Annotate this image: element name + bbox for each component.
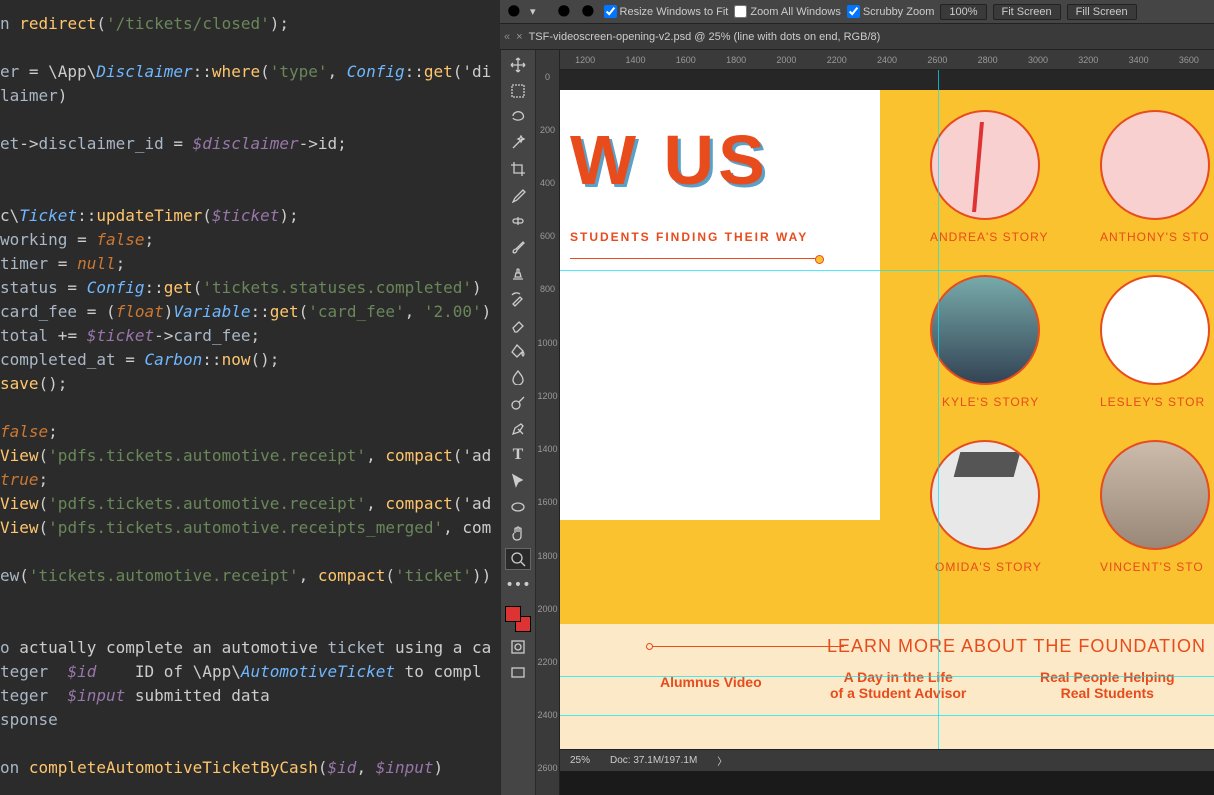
quickmask-icon[interactable] bbox=[505, 636, 531, 658]
footer-panel: LEARN MORE ABOUT THE FOUNDATION Alumnus … bbox=[560, 624, 1214, 749]
status-bar: 25% Doc: 37.1M/197.1M 〉 bbox=[560, 749, 1214, 771]
color-swatch[interactable] bbox=[505, 606, 531, 632]
collapse-handle-icon[interactable]: « bbox=[504, 31, 510, 43]
move-tool-icon[interactable] bbox=[505, 54, 531, 76]
story-circle bbox=[930, 440, 1040, 550]
tab-document[interactable]: TSF-videoscreen-opening-v2.psd @ 25% (li… bbox=[529, 28, 881, 46]
type-tool-icon[interactable]: T bbox=[505, 444, 531, 466]
guide-vertical[interactable] bbox=[938, 70, 939, 749]
more-tools-icon[interactable]: ••• bbox=[505, 574, 531, 596]
thumbnail-strip bbox=[560, 771, 1214, 795]
guide-horizontal[interactable] bbox=[560, 270, 1214, 271]
chevron-right-icon[interactable]: 〉 bbox=[717, 753, 727, 768]
story-label: ANDREA'S STORY bbox=[930, 230, 1049, 244]
close-tab-icon[interactable]: × bbox=[516, 31, 522, 43]
footer-link: A Day in the Life of a Student Advisor bbox=[830, 669, 966, 701]
screenmode-icon[interactable] bbox=[505, 662, 531, 684]
wand-tool-icon[interactable] bbox=[505, 132, 531, 154]
ruler-vertical: 0200400600800100012001400160018002000220… bbox=[536, 50, 560, 795]
zoom-level[interactable]: 25% bbox=[570, 755, 590, 766]
bucket-tool-icon[interactable] bbox=[505, 340, 531, 362]
brush-tool-icon[interactable] bbox=[505, 236, 531, 258]
story-circle bbox=[1100, 440, 1210, 550]
history-brush-icon[interactable] bbox=[505, 288, 531, 310]
story-circle bbox=[930, 275, 1040, 385]
chevron-down-icon: ▾ bbox=[530, 5, 536, 18]
resize-windows-checkbox[interactable]: Resize Windows to Fit bbox=[604, 5, 729, 18]
options-bar: ▾ Resize Windows to Fit Zoom All Windows… bbox=[500, 0, 1214, 24]
footer-link: Real People Helping Real Students bbox=[1040, 669, 1175, 701]
zoom-out-icon[interactable] bbox=[580, 3, 598, 21]
zoom-100-button[interactable]: 100% bbox=[940, 4, 986, 20]
divider-line bbox=[570, 258, 820, 259]
footer-title: LEARN MORE ABOUT THE FOUNDATION bbox=[827, 636, 1206, 657]
story-circle bbox=[1100, 275, 1210, 385]
code-editor[interactable]: n redirect('/tickets/closed'); er = \App… bbox=[0, 0, 500, 795]
path-select-icon[interactable] bbox=[505, 470, 531, 492]
zoom-in-icon[interactable] bbox=[556, 3, 574, 21]
story-label: LESLEY'S STOR bbox=[1100, 395, 1205, 409]
hero-subtitle: STUDENTS FINDING THEIR WAY bbox=[570, 230, 808, 244]
eraser-tool-icon[interactable] bbox=[505, 314, 531, 336]
lasso-tool-icon[interactable] bbox=[505, 106, 531, 128]
scrubby-zoom-checkbox[interactable]: Scrubby Zoom bbox=[847, 5, 935, 18]
guide-horizontal[interactable] bbox=[560, 715, 1214, 716]
zoom-all-checkbox[interactable]: Zoom All Windows bbox=[734, 5, 840, 18]
guide-horizontal[interactable] bbox=[560, 676, 1214, 677]
eyedropper-tool-icon[interactable] bbox=[505, 184, 531, 206]
shape-tool-icon[interactable] bbox=[505, 496, 531, 518]
story-circle bbox=[1100, 110, 1210, 220]
story-label: ANTHONY'S STO bbox=[1100, 230, 1210, 244]
tools-panel: T ••• bbox=[500, 50, 536, 795]
artboard: W US STUDENTS FINDING THEIR WAY ANDREA'S… bbox=[560, 90, 1214, 729]
zoom-tool-icon bbox=[506, 3, 524, 21]
hero-panel: W US STUDENTS FINDING THEIR WAY bbox=[560, 90, 880, 520]
story-label: VINCENT'S STO bbox=[1100, 560, 1204, 574]
canvas[interactable]: W US STUDENTS FINDING THEIR WAY ANDREA'S… bbox=[560, 70, 1214, 749]
crop-tool-icon[interactable] bbox=[505, 158, 531, 180]
healing-tool-icon[interactable] bbox=[505, 210, 531, 232]
zoom-tool-icon[interactable] bbox=[505, 548, 531, 570]
story-circle bbox=[930, 110, 1040, 220]
hand-tool-icon[interactable] bbox=[505, 522, 531, 544]
story-label: KYLE'S STORY bbox=[942, 395, 1039, 409]
pen-tool-icon[interactable] bbox=[505, 418, 531, 440]
document-tabs: « × TSF-videoscreen-opening-v2.psd @ 25%… bbox=[500, 24, 1214, 50]
marquee-tool-icon[interactable] bbox=[505, 80, 531, 102]
blur-tool-icon[interactable] bbox=[505, 366, 531, 388]
hero-title: W US bbox=[570, 120, 769, 200]
ruler-horizontal: 1200140016001800200022002400260028003000… bbox=[560, 50, 1214, 70]
fill-screen-button[interactable]: Fill Screen bbox=[1067, 4, 1137, 20]
story-label: OMIDA'S STORY bbox=[935, 560, 1042, 574]
dodge-tool-icon[interactable] bbox=[505, 392, 531, 414]
photoshop-window: ▾ Resize Windows to Fit Zoom All Windows… bbox=[500, 0, 1214, 795]
stamp-tool-icon[interactable] bbox=[505, 262, 531, 284]
fit-screen-button[interactable]: Fit Screen bbox=[993, 4, 1061, 20]
doc-size: Doc: 37.1M/197.1M bbox=[610, 755, 697, 766]
